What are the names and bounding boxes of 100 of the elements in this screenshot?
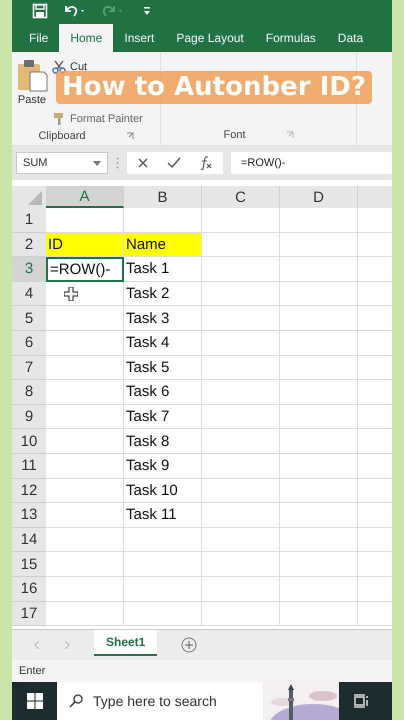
name-box[interactable]: SUM xyxy=(16,152,108,174)
table-cell[interactable] xyxy=(280,208,358,233)
table-cell[interactable] xyxy=(280,576,358,602)
search-field[interactable]: Type here to search xyxy=(93,693,243,709)
table-cell[interactable] xyxy=(280,380,358,405)
table-cell[interactable] xyxy=(280,257,358,282)
column-header[interactable]: C xyxy=(202,186,280,208)
table-cell[interactable] xyxy=(202,429,280,454)
column-header[interactable]: A xyxy=(46,186,124,208)
table-cell[interactable] xyxy=(202,528,280,552)
insert-function-icon[interactable] xyxy=(199,156,213,170)
table-cell[interactable] xyxy=(202,208,280,233)
task-view-icon[interactable] xyxy=(354,694,370,708)
table-cell[interactable] xyxy=(280,232,358,258)
table-cell[interactable] xyxy=(46,429,124,454)
row-header[interactable]: 4 xyxy=(12,282,46,306)
ribbon-tab[interactable]: Page Layout xyxy=(165,24,255,52)
table-cell[interactable]: Task 5 xyxy=(124,356,202,380)
table-cell[interactable]: Name xyxy=(124,232,202,258)
table-cell[interactable] xyxy=(280,282,358,306)
table-cell[interactable] xyxy=(202,306,280,331)
table-cell[interactable]: Task 9 xyxy=(124,454,202,479)
row-header[interactable]: 17 xyxy=(12,602,46,626)
table-cell[interactable] xyxy=(46,330,124,356)
table-cell[interactable] xyxy=(202,454,280,479)
table-cell[interactable] xyxy=(202,282,280,306)
row-header[interactable]: 3 xyxy=(12,257,46,282)
table-cell[interactable]: ID xyxy=(46,232,124,258)
table-cell[interactable]: Task 11 xyxy=(124,503,202,528)
scroll-right-icon[interactable] xyxy=(64,641,70,649)
row-header[interactable]: 12 xyxy=(12,478,46,504)
formula-field[interactable]: =ROW()- xyxy=(231,152,392,174)
table-cell[interactable] xyxy=(280,528,358,552)
table-cell[interactable] xyxy=(124,602,202,626)
row-header[interactable]: 1 xyxy=(12,208,46,233)
add-sheet-icon[interactable] xyxy=(181,637,198,653)
row-header[interactable]: 2 xyxy=(12,232,46,258)
table-cell[interactable] xyxy=(46,454,124,479)
table-cell[interactable] xyxy=(46,478,124,504)
table-cell[interactable]: Task 1 xyxy=(124,257,202,282)
row-header[interactable]: 11 xyxy=(12,454,46,479)
row-header[interactable]: 6 xyxy=(12,330,46,356)
table-cell[interactable] xyxy=(280,478,358,504)
table-cell[interactable] xyxy=(46,503,124,528)
row-header[interactable]: 8 xyxy=(12,380,46,405)
cut-button[interactable]: Cut xyxy=(52,60,143,74)
table-cell[interactable]: Task 3 xyxy=(124,306,202,331)
column-header[interactable] xyxy=(358,186,392,208)
table-cell[interactable] xyxy=(124,576,202,602)
table-cell[interactable] xyxy=(202,576,280,602)
table-cell[interactable]: Task 10 xyxy=(124,478,202,504)
table-cell[interactable] xyxy=(280,552,358,577)
active-cell[interactable]: =ROW()- xyxy=(46,257,124,282)
table-cell[interactable] xyxy=(280,429,358,454)
customize-icon[interactable] xyxy=(142,5,152,17)
table-cell[interactable] xyxy=(280,330,358,356)
table-cell[interactable] xyxy=(202,257,280,282)
table-cell[interactable] xyxy=(46,356,124,380)
table-cell[interactable]: Task 8 xyxy=(124,429,202,454)
table-cell[interactable] xyxy=(46,552,124,577)
scroll-left-icon[interactable] xyxy=(34,641,40,649)
table-cell[interactable] xyxy=(202,380,280,405)
table-cell[interactable]: Task 6 xyxy=(124,380,202,405)
table-cell[interactable]: Task 4 xyxy=(124,330,202,356)
table-cell[interactable] xyxy=(46,380,124,405)
table-cell[interactable] xyxy=(124,552,202,577)
table-cell[interactable] xyxy=(280,404,358,430)
table-cell[interactable] xyxy=(46,576,124,602)
table-cell[interactable] xyxy=(202,503,280,528)
paste-button[interactable]: Paste xyxy=(16,58,48,116)
save-icon[interactable] xyxy=(32,3,48,19)
table-cell[interactable] xyxy=(280,454,358,479)
table-cell[interactable] xyxy=(202,330,280,356)
table-cell[interactable] xyxy=(280,503,358,528)
row-header[interactable]: 13 xyxy=(12,503,46,528)
ribbon-tab[interactable]: Formulas xyxy=(254,24,327,52)
table-cell[interactable] xyxy=(124,528,202,552)
table-cell[interactable]: Task 7 xyxy=(124,404,202,430)
table-cell[interactable] xyxy=(280,306,358,331)
table-cell[interactable] xyxy=(280,602,358,626)
table-cell[interactable] xyxy=(46,602,124,626)
cancel-icon[interactable] xyxy=(137,157,149,169)
table-cell[interactable] xyxy=(202,356,280,380)
column-header[interactable]: B xyxy=(124,186,202,208)
ribbon-tab[interactable]: Insert xyxy=(113,24,166,52)
windows-logo-icon[interactable] xyxy=(26,693,42,709)
row-header[interactable]: 9 xyxy=(12,404,46,430)
table-cell[interactable] xyxy=(46,282,124,306)
table-cell[interactable] xyxy=(280,356,358,380)
format-painter-button[interactable]: Format Painter xyxy=(52,112,143,126)
column-header[interactable]: D xyxy=(280,186,358,208)
table-cell[interactable] xyxy=(202,552,280,577)
ribbon-tab[interactable]: File xyxy=(18,24,60,52)
table-cell[interactable] xyxy=(202,404,280,430)
table-cell[interactable] xyxy=(46,306,124,331)
dialog-launcher-icon[interactable] xyxy=(286,131,294,139)
table-cell[interactable] xyxy=(202,478,280,504)
table-cell[interactable] xyxy=(202,232,280,258)
ribbon-tab[interactable]: Data xyxy=(326,24,374,52)
table-cell[interactable] xyxy=(46,528,124,552)
